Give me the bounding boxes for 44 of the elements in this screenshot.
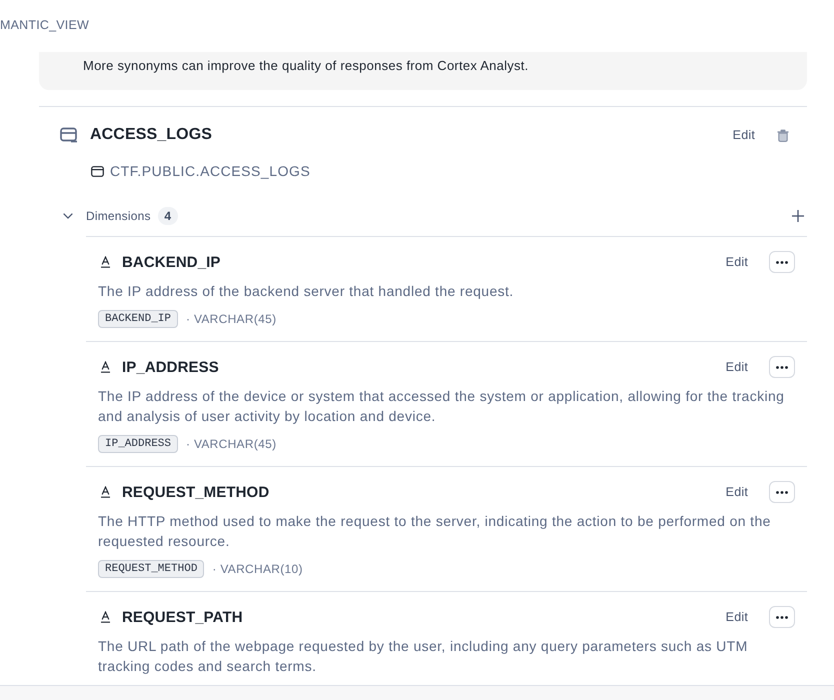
table-path: CTF.PUBLIC.ACCESS_LOGS xyxy=(110,163,310,179)
plus-icon xyxy=(792,210,804,222)
edit-button[interactable]: Edit xyxy=(726,485,748,499)
column-tag: IP_ADDRESS xyxy=(98,435,178,453)
more-button[interactable] xyxy=(769,251,795,273)
dimension-description: The IP address of the device or system that accessed the system or application, allowing for the tracking and analysis of user activity by location and device. xyxy=(98,387,786,426)
more-icon xyxy=(776,490,788,494)
column-tag: REQUEST_METHOD xyxy=(98,560,204,578)
info-text: More synonyms can improve the quality of responses from Cortex Analyst. xyxy=(83,57,530,75)
trash-icon xyxy=(777,128,789,142)
table-title: ACCESS_LOGS xyxy=(90,126,214,144)
text-type-icon xyxy=(101,611,110,623)
table-path-icon xyxy=(91,166,104,176)
dimension-name: REQUEST_METHOD xyxy=(122,484,270,500)
data-type: · VARCHAR(45) xyxy=(186,312,276,326)
table-icon xyxy=(60,127,78,143)
dimension-description: The IP address of the backend server that handled the request. xyxy=(98,282,515,301)
more-button[interactable] xyxy=(769,606,795,628)
breadcrumb-text: MANTIC_VIEW xyxy=(0,18,90,32)
dimension-name: BACKEND_IP xyxy=(122,254,222,270)
dimension-name: REQUEST_PATH xyxy=(122,608,244,626)
edit-button[interactable]: Edit xyxy=(726,610,748,624)
text-type-icon xyxy=(101,256,110,268)
delete-button[interactable] xyxy=(777,128,789,142)
edit-button[interactable]: Edit xyxy=(726,255,748,269)
more-icon xyxy=(776,366,788,368)
dimension-description: The URL path of the webpage requested by the user, including any query parameters such as UTM tracking codes and search terms. xyxy=(98,637,749,676)
more-button[interactable] xyxy=(769,356,795,378)
chevron-down-icon xyxy=(63,213,73,219)
text-type-icon xyxy=(101,361,110,373)
add-button[interactable] xyxy=(792,210,804,222)
edit-button[interactable]: Edit xyxy=(732,128,755,142)
data-type: · VARCHAR(45) xyxy=(186,437,276,451)
dimensions-toggle[interactable]: Dimensions xyxy=(63,209,151,223)
column-tag: BACKEND_IP xyxy=(98,310,178,328)
dimension-name: IP_ADDRESS xyxy=(122,358,220,376)
count-badge: 4 xyxy=(158,207,178,225)
data-type: · VARCHAR(10) xyxy=(212,562,303,576)
text-type-icon xyxy=(101,486,110,498)
more-icon xyxy=(776,616,788,618)
more-button[interactable] xyxy=(769,481,795,503)
more-icon xyxy=(776,260,788,264)
dimension-description: The HTTP method used to make the request to the server, indicating the action to be performed on the requested resource. xyxy=(98,512,772,551)
edit-button[interactable]: Edit xyxy=(726,360,748,374)
